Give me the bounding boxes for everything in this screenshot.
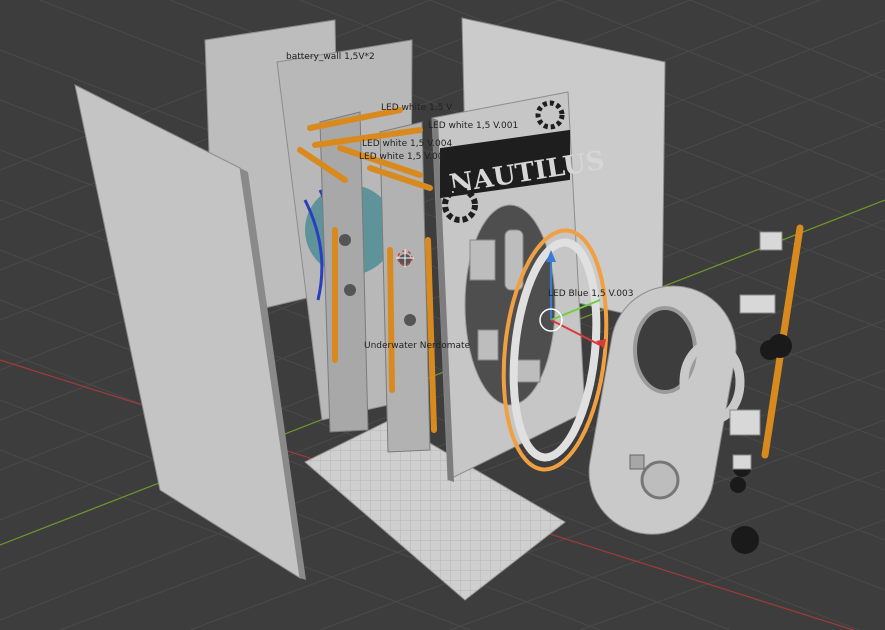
label-led-white-00x: LED white 1,5 V.00 xyxy=(359,152,444,162)
small-bracket[interactable] xyxy=(732,454,752,470)
small-bracket[interactable] xyxy=(759,231,783,251)
small-bracket[interactable] xyxy=(729,409,761,436)
gear-icon xyxy=(730,477,746,493)
label-led-white-001: LED white 1,5 V.001 xyxy=(428,121,519,131)
label-battery-wall: battery_wall 1,5V*2 xyxy=(286,52,375,62)
label-led-white: LED white 1,5 V xyxy=(381,103,453,113)
label-led-white-004: LED white 1,5 V.004 xyxy=(362,139,453,149)
frame-hole xyxy=(404,314,416,326)
3d-viewport[interactable]: NAUTILUS battery_wall 1,5V*2 LED white 1… xyxy=(0,0,885,630)
label-underwater: Underwater Nerdomate xyxy=(364,341,471,351)
door-wheel xyxy=(640,460,680,500)
door-lock xyxy=(629,454,645,470)
small-bracket[interactable] xyxy=(739,294,776,314)
viewport-scene[interactable]: NAUTILUS xyxy=(0,0,885,630)
frame-hole xyxy=(344,284,356,296)
gear-icon xyxy=(731,526,759,554)
frame-hole xyxy=(339,234,351,246)
gear-icon xyxy=(760,340,780,360)
pipe xyxy=(387,247,395,393)
label-led-blue-003: LED Blue 1,5 V.003 xyxy=(548,289,634,299)
